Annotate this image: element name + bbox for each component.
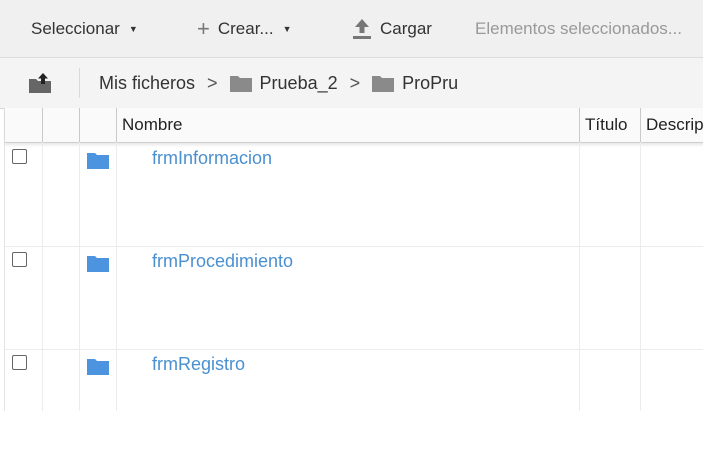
table-row[interactable]: frmRegistro bbox=[5, 349, 703, 452]
upload-label: Cargar bbox=[380, 18, 432, 38]
divider bbox=[79, 68, 80, 98]
table-header: Nombre Título Descripción bbox=[5, 108, 703, 143]
create-menu-button[interactable]: + Crear... ▼ bbox=[197, 0, 292, 57]
selected-items-menu: Elementos seleccionados... bbox=[475, 0, 682, 57]
folder-icon bbox=[372, 75, 395, 92]
breadcrumb-item-prueba-2[interactable]: Prueba_2 bbox=[229, 72, 338, 94]
caret-down-icon: ▼ bbox=[128, 23, 138, 34]
caret-down-icon: ▼ bbox=[282, 23, 292, 34]
toolbar: Seleccionar ▼ + Crear... ▼ Cargar Elemen… bbox=[0, 0, 703, 58]
create-menu-label: Crear... bbox=[217, 18, 274, 38]
folder-icon bbox=[87, 256, 109, 272]
file-list: Nombre Título Descripción frmInformacion… bbox=[4, 108, 703, 411]
breadcrumb-item-propru[interactable]: ProPru bbox=[372, 73, 458, 94]
column-header-titulo[interactable]: Título bbox=[580, 108, 641, 142]
selected-items-label: Elementos seleccionados... bbox=[475, 18, 682, 38]
row-checkbox[interactable] bbox=[12, 149, 27, 164]
row-checkbox[interactable] bbox=[12, 252, 27, 267]
column-header-select bbox=[5, 108, 43, 142]
table-row[interactable]: frmProcedimiento bbox=[5, 246, 703, 350]
file-name-link[interactable]: frmInformacion bbox=[152, 148, 272, 169]
breadcrumb-root[interactable]: Mis ficheros bbox=[99, 73, 195, 94]
file-name-link[interactable]: frmRegistro bbox=[152, 354, 245, 375]
column-header-actions bbox=[43, 108, 80, 142]
row-checkbox[interactable] bbox=[12, 355, 27, 370]
breadcrumb-separator: > bbox=[349, 72, 361, 93]
parent-folder-button[interactable] bbox=[28, 72, 52, 94]
folder-icon bbox=[87, 359, 109, 375]
column-header-icon bbox=[80, 108, 117, 142]
breadcrumb-separator: > bbox=[207, 72, 218, 93]
breadcrumb-bar: Mis ficheros > Prueba_2 > ProPru bbox=[0, 58, 703, 109]
upload-button[interactable]: Cargar bbox=[352, 0, 432, 57]
column-header-nombre[interactable]: Nombre bbox=[117, 108, 580, 142]
folder-icon bbox=[87, 153, 109, 169]
column-header-descripcion[interactable]: Descripción bbox=[641, 108, 703, 142]
parent-folder-icon bbox=[29, 73, 51, 93]
breadcrumb-item-label: Prueba_2 bbox=[259, 72, 338, 93]
select-menu-label: Seleccionar bbox=[31, 18, 120, 38]
table-row[interactable]: frmInformacion bbox=[5, 143, 703, 247]
select-menu-button[interactable]: Seleccionar ▼ bbox=[31, 0, 138, 57]
folder-icon bbox=[229, 75, 252, 92]
plus-icon: + bbox=[197, 15, 210, 41]
file-name-link[interactable]: frmProcedimiento bbox=[152, 251, 293, 272]
breadcrumb-item-label: ProPru bbox=[402, 72, 459, 93]
breadcrumb: Mis ficheros > Prueba_2 > ProPru bbox=[99, 58, 458, 108]
upload-icon bbox=[353, 18, 371, 39]
